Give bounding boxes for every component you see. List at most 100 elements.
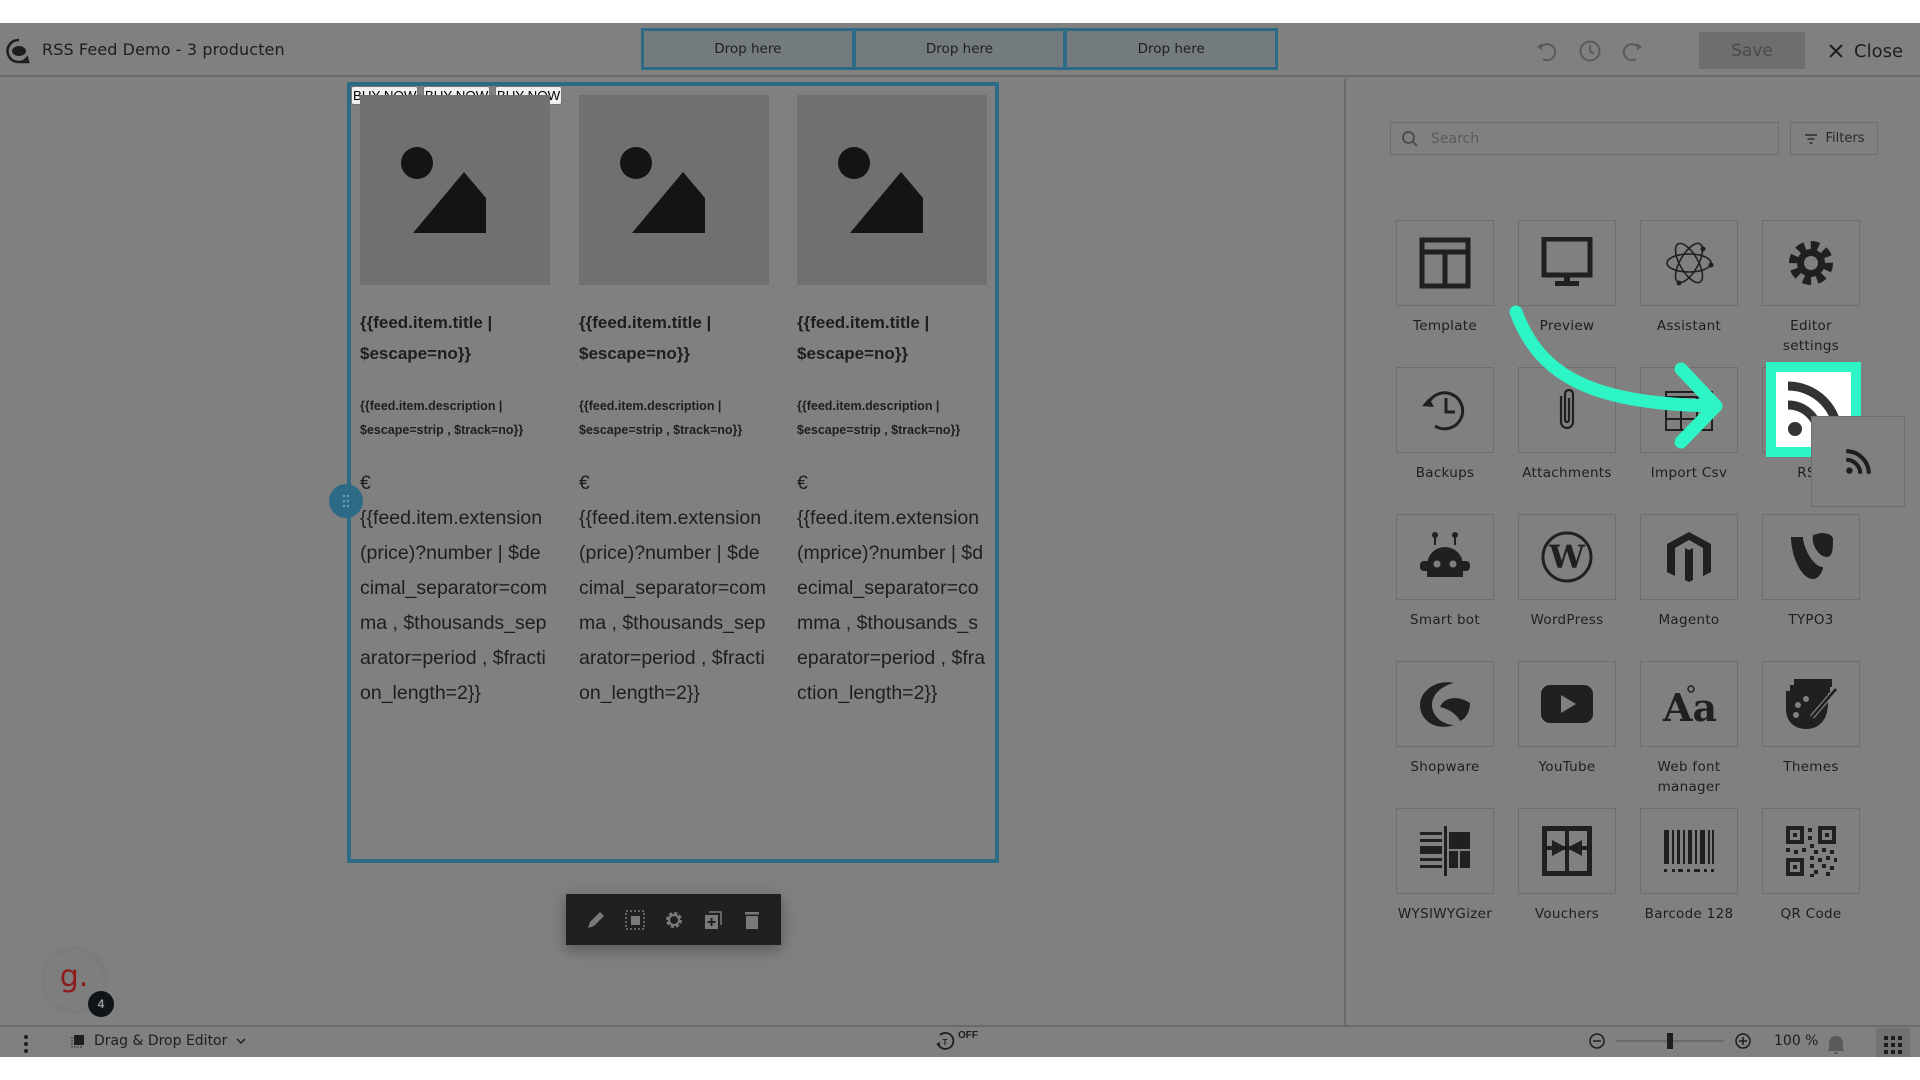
currency-symbol: € xyxy=(360,472,371,494)
zoom-slider[interactable] xyxy=(1616,1031,1724,1051)
tool-magento[interactable]: Magento xyxy=(1640,514,1738,630)
delete-button[interactable] xyxy=(740,908,764,932)
filters-button[interactable]: Filters xyxy=(1790,122,1878,155)
tool-preview[interactable]: Preview xyxy=(1518,220,1616,336)
zoom-out-icon[interactable] xyxy=(1588,1032,1606,1050)
redo-icon[interactable] xyxy=(1620,39,1644,63)
select-parent-button[interactable] xyxy=(623,908,647,932)
more-options-icon[interactable] xyxy=(20,1034,32,1054)
editor-mode-dropdown[interactable]: Drag & Drop Editor xyxy=(70,1033,247,1049)
drop-zone[interactable]: Drop here xyxy=(644,31,852,67)
image-placeholder[interactable] xyxy=(360,95,550,285)
gear-icon xyxy=(665,911,682,928)
tool-tile[interactable] xyxy=(1762,661,1860,747)
tool-backups[interactable]: Backups xyxy=(1396,367,1494,483)
tool-label: Vouchers xyxy=(1534,906,1600,922)
tool-editor-settings[interactable]: Editor settings xyxy=(1762,220,1860,356)
product-description[interactable]: {{feed.item.description | $escape=strip … xyxy=(360,394,550,442)
tool-tile[interactable] xyxy=(1640,808,1738,894)
autosave-timer-toggle[interactable]: T OFF xyxy=(934,1030,978,1052)
product-column: {{feed.item.title | $escape=no}} {{feed.… xyxy=(579,95,769,711)
product-column: {{feed.item.title | $escape=no}} {{feed.… xyxy=(797,95,987,711)
drag-dots-icon xyxy=(342,494,350,508)
bottom-bar: Drag & Drop Editor T OFF 100 % xyxy=(0,1025,1920,1057)
tool-assistant[interactable]: Assistant xyxy=(1640,220,1738,336)
tool-label: Themes xyxy=(1783,759,1839,775)
edit-button[interactable] xyxy=(584,908,608,932)
undo-icon[interactable] xyxy=(1535,39,1559,63)
tool-label: WYSIWYGizer xyxy=(1397,906,1493,922)
image-placeholder[interactable] xyxy=(797,95,987,285)
product-price[interactable]: € {{feed.item.extension(mprice)?number |… xyxy=(797,466,987,711)
image-placeholder[interactable] xyxy=(579,95,769,285)
tool-label: Smart bot xyxy=(1410,612,1480,628)
drop-zone[interactable]: Drop here xyxy=(855,31,1064,67)
zoom-slider-thumb[interactable] xyxy=(1667,1033,1673,1049)
wordpress-icon: W xyxy=(1541,531,1593,583)
block-toolbar xyxy=(566,894,781,945)
tool-qr-code[interactable]: QR Code xyxy=(1762,808,1860,924)
currency-symbol: € xyxy=(579,472,590,494)
duplicate-button[interactable] xyxy=(701,908,725,932)
tool-tile[interactable] xyxy=(1640,367,1738,453)
tool-tile[interactable] xyxy=(1518,808,1616,894)
product-description[interactable]: {{feed.item.description | $escape=strip … xyxy=(579,394,769,442)
tool-template[interactable]: Template xyxy=(1396,220,1494,336)
drop-zone[interactable]: Drop here xyxy=(1067,31,1276,67)
zoom-in-icon[interactable] xyxy=(1734,1032,1752,1050)
product-title[interactable]: {{feed.item.title | $escape=no}} xyxy=(360,307,550,369)
product-title[interactable]: {{feed.item.title | $escape=no}} xyxy=(797,307,987,369)
product-price[interactable]: € {{feed.item.extension(price)?number | … xyxy=(579,466,769,711)
typo3-icon xyxy=(1791,533,1833,579)
template-icon xyxy=(1419,237,1471,289)
tool-tile[interactable]: W xyxy=(1518,514,1616,600)
tool-barcode-128[interactable]: Barcode 128 xyxy=(1640,808,1738,924)
tool-wordpress[interactable]: W WordPress xyxy=(1518,514,1616,630)
product-description[interactable]: {{feed.item.description | $escape=strip … xyxy=(797,394,987,442)
font-icon: Aa xyxy=(1662,685,1717,727)
tool-tile[interactable] xyxy=(1762,514,1860,600)
tools-panel: Filters Template Preview Assistant Edi xyxy=(1344,79,1920,1025)
search-input[interactable] xyxy=(1431,130,1751,147)
tool-web-font-manager[interactable]: Aa Web font manager xyxy=(1640,661,1738,797)
block-drag-handle[interactable] xyxy=(329,484,363,518)
price-expression: {{feed.item.extension(mprice)?number | $… xyxy=(797,507,986,704)
tool-tile[interactable]: Aa xyxy=(1640,661,1738,747)
tool-themes[interactable]: Themes xyxy=(1762,661,1860,777)
tool-tile[interactable] xyxy=(1762,220,1860,306)
product-price[interactable]: € {{feed.item.extension(price)?number | … xyxy=(360,466,550,711)
notification-bell-icon[interactable] xyxy=(1826,1033,1846,1055)
history-icon[interactable] xyxy=(1578,39,1602,63)
selected-content-block[interactable]: {{feed.item.title | $escape=no}} {{feed.… xyxy=(347,82,999,863)
rss-icon xyxy=(1846,448,1871,474)
close-button[interactable]: Close xyxy=(1828,37,1903,65)
tool-attachments[interactable]: Attachments xyxy=(1518,367,1616,483)
tool-tile[interactable] xyxy=(1396,220,1494,306)
settings-button[interactable] xyxy=(662,908,686,932)
tool-tile[interactable] xyxy=(1518,661,1616,747)
tool-tile[interactable] xyxy=(1640,514,1738,600)
product-title[interactable]: {{feed.item.title | $escape=no}} xyxy=(579,307,769,369)
tool-tile[interactable] xyxy=(1396,367,1494,453)
tool-typo3[interactable]: TYPO3 xyxy=(1762,514,1860,630)
tool-youtube[interactable]: YouTube xyxy=(1518,661,1616,777)
apps-grid-button[interactable] xyxy=(1876,1028,1910,1057)
tool-shopware[interactable]: Shopware xyxy=(1396,661,1494,777)
tool-tile[interactable] xyxy=(1396,661,1494,747)
tool-tile[interactable] xyxy=(1396,514,1494,600)
tool-tile[interactable] xyxy=(1518,367,1616,453)
tool-import-csv[interactable]: Import Csv xyxy=(1640,367,1738,483)
rss-drag-ghost[interactable] xyxy=(1811,416,1905,507)
tool-smart-bot[interactable]: Smart bot xyxy=(1396,514,1494,630)
save-button[interactable]: Save xyxy=(1699,32,1805,69)
tool-wysiwygizer[interactable]: WYSIWYGizer xyxy=(1396,808,1494,924)
tool-vouchers[interactable]: Vouchers xyxy=(1518,808,1616,924)
tool-label: Template xyxy=(1412,318,1477,334)
paperclip-icon xyxy=(1559,388,1575,430)
tool-tile[interactable] xyxy=(1518,220,1616,306)
document-title: RSS Feed Demo - 3 producten xyxy=(42,40,285,59)
tool-search[interactable] xyxy=(1390,122,1779,155)
tool-tile[interactable] xyxy=(1396,808,1494,894)
tool-tile[interactable] xyxy=(1762,808,1860,894)
tool-tile[interactable] xyxy=(1640,220,1738,306)
